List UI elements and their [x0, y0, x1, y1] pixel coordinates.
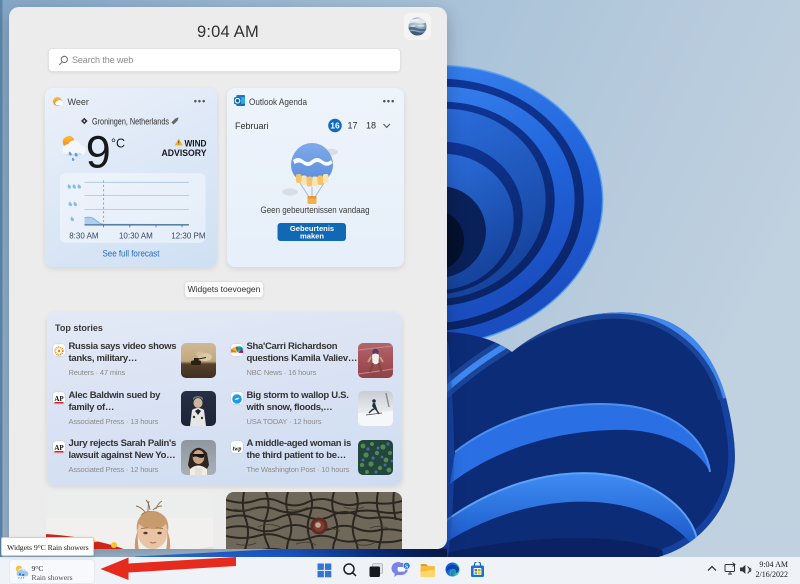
- svg-text:AP: AP: [54, 444, 64, 452]
- svg-text:Groningen, Netherlands: Groningen, Netherlands: [92, 116, 169, 126]
- svg-text:ADVISORY: ADVISORY: [162, 148, 208, 159]
- svg-text:9: 9: [86, 127, 111, 178]
- svg-text:Weer: Weer: [68, 97, 89, 107]
- svg-text:10:30 AM: 10:30 AM: [119, 232, 153, 241]
- svg-text:18: 18: [366, 121, 376, 131]
- svg-text:•••: •••: [194, 96, 206, 106]
- svg-text:AP: AP: [54, 395, 64, 403]
- svg-text:16: 16: [330, 121, 340, 131]
- svg-text:Outlook Agenda: Outlook Agenda: [249, 97, 308, 108]
- svg-text:•••: •••: [383, 96, 395, 106]
- svg-text:Geen gebeurtenissen vandaag: Geen gebeurtenissen vandaag: [261, 205, 370, 216]
- svg-text:S: S: [405, 564, 408, 570]
- svg-text:Februari: Februari: [235, 121, 269, 131]
- svg-text:°C: °C: [111, 137, 125, 151]
- svg-text:12:30 PM: 12:30 PM: [171, 232, 206, 241]
- svg-text:maken: maken: [300, 232, 324, 241]
- svg-text:8:30 AM: 8:30 AM: [69, 232, 99, 241]
- svg-text:See full forecast: See full forecast: [103, 249, 160, 260]
- svg-text:17: 17: [347, 121, 357, 131]
- svg-text:twp: twp: [233, 446, 242, 452]
